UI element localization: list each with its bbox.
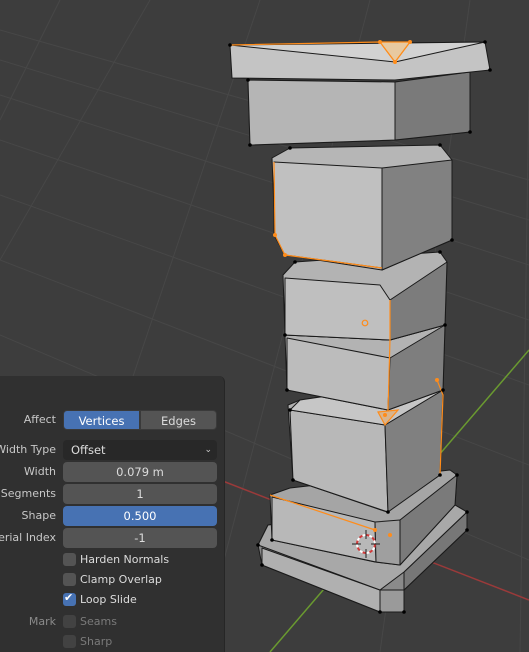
material-index-row: Material Index -1 xyxy=(0,528,224,548)
harden-normals-label: Harden Normals xyxy=(80,553,170,566)
shape-slider[interactable]: 0.500 xyxy=(63,506,217,526)
width-type-row: Width Type Offset ⌄ xyxy=(0,440,224,460)
harden-normals-row[interactable]: Harden Normals xyxy=(0,550,224,570)
shape-label: Shape xyxy=(21,509,56,522)
mark-seams-row: Mark Seams xyxy=(0,612,224,632)
width-type-dropdown[interactable]: Offset ⌄ xyxy=(63,440,217,460)
loop-slide-label: Loop Slide xyxy=(80,593,137,606)
affect-vertices-button[interactable]: Vertices xyxy=(63,410,140,430)
material-index-field[interactable]: -1 xyxy=(63,528,217,548)
affect-label: Affect xyxy=(23,413,56,426)
clamp-overlap-checkbox[interactable] xyxy=(63,573,76,586)
clamp-overlap-row[interactable]: Clamp Overlap xyxy=(0,570,224,590)
width-field[interactable]: 0.079 m xyxy=(63,462,217,482)
mark-seams-label: Seams xyxy=(80,615,117,628)
width-row: Width 0.079 m xyxy=(0,462,224,482)
loop-slide-checkbox[interactable] xyxy=(63,591,76,606)
mark-seams-checkbox[interactable] xyxy=(63,615,76,628)
chevron-down-icon: ⌄ xyxy=(204,445,212,455)
width-type-value: Offset xyxy=(71,443,106,457)
affect-edges-button[interactable]: Edges xyxy=(140,410,217,430)
mark-sharp-row: Sharp xyxy=(0,632,224,652)
clamp-overlap-label: Clamp Overlap xyxy=(80,573,162,586)
bevel-operator-panel: Affect Vertices Edges Width Type Offset … xyxy=(0,376,225,652)
affect-row: Affect Vertices Edges xyxy=(0,410,224,430)
mark-sharp-label: Sharp xyxy=(80,635,113,648)
loop-slide-row[interactable]: Loop Slide xyxy=(0,590,224,610)
segments-field[interactable]: 1 xyxy=(63,484,217,504)
harden-normals-checkbox[interactable] xyxy=(63,553,76,566)
segments-label: Segments xyxy=(0,487,56,500)
segments-row: Segments 1 xyxy=(0,484,224,504)
width-type-label: Width Type xyxy=(0,443,56,456)
mark-label: Mark xyxy=(28,615,56,628)
shape-row: Shape 0.500 xyxy=(0,506,224,526)
material-index-label: Material Index xyxy=(0,531,56,544)
mark-sharp-checkbox[interactable] xyxy=(63,635,76,648)
affect-toggle: Vertices Edges xyxy=(63,410,217,430)
width-label: Width xyxy=(24,465,56,478)
